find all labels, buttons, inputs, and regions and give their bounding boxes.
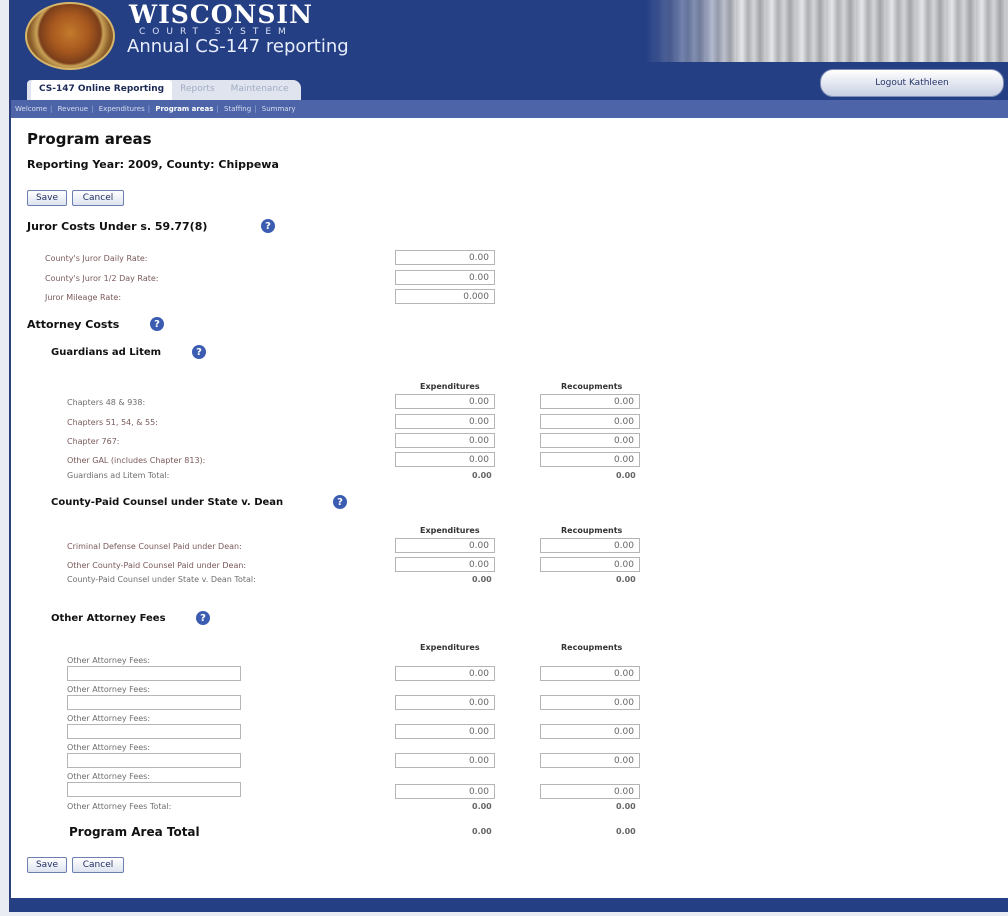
app-frame: WISCONSIN COURT SYSTEM Annual CS-147 rep…	[9, 0, 1008, 912]
gal-rec-input[interactable]: 0.00	[540, 394, 640, 409]
tab-reports[interactable]: Reports	[172, 80, 223, 100]
site-title: WISCONSIN	[129, 0, 313, 29]
col-expenditures: Expenditures	[420, 643, 480, 652]
dean-heading: County-Paid Counsel under State v. Dean	[51, 497, 284, 508]
site-header: WISCONSIN COURT SYSTEM Annual CS-147 rep…	[11, 0, 1008, 100]
logout-button[interactable]: Logout Kathleen	[820, 69, 1004, 97]
col-recoupments: Recoupments	[561, 643, 623, 652]
other-fees-exp-input[interactable]: 0.00	[395, 784, 495, 799]
breadcrumb-nav: Welcome | Revenue | Expenditures | Program …	[11, 100, 1008, 118]
juror-daily-rate-input[interactable]: 0.00	[395, 250, 495, 265]
dean-total-rec: 0.00	[616, 575, 636, 584]
other-fees-total-label: Other Attorney Fees Total:	[67, 802, 172, 811]
dean-row-label: Other County-Paid Counsel Paid under Dea…	[67, 561, 247, 570]
col-recoupments: Recoupments	[561, 382, 623, 391]
attorney-costs-heading: Attorney Costs	[27, 318, 120, 331]
court-seal-logo	[25, 2, 115, 70]
gal-total-label: Guardians ad Litem Total:	[67, 471, 170, 480]
gal-row-label: Chapters 48 & 938:	[67, 398, 146, 407]
other-fees-rec-input[interactable]: 0.00	[540, 784, 640, 799]
col-expenditures: Expenditures	[420, 526, 480, 535]
gal-row-label: Other GAL (includes Chapter 813):	[67, 456, 206, 465]
other-fees-exp-input[interactable]: 0.00	[395, 724, 495, 739]
col-recoupments: Recoupments	[561, 526, 623, 535]
help-icon[interactable]: ?	[150, 317, 164, 331]
help-icon[interactable]: ?	[333, 495, 347, 509]
app-title: Annual CS-147 reporting	[127, 36, 349, 57]
gal-heading: Guardians ad Litem	[51, 347, 162, 358]
cancel-button-bottom[interactable]: Cancel	[72, 857, 124, 873]
other-fees-total-exp: 0.00	[472, 802, 492, 811]
help-icon[interactable]: ?	[261, 219, 275, 233]
other-fees-description-input[interactable]	[67, 782, 241, 797]
subnav-revenue[interactable]: Revenue	[58, 105, 89, 113]
other-fees-description-input[interactable]	[67, 724, 241, 739]
other-fees-description-input[interactable]	[67, 695, 241, 710]
main-tabs: CS-147 Online Reporting Reports Maintena…	[27, 80, 301, 100]
program-area-total-rec: 0.00	[616, 827, 636, 836]
other-fees-exp-input[interactable]: 0.00	[395, 666, 495, 681]
other-fees-exp-input[interactable]: 0.00	[395, 753, 495, 768]
gal-row-label: Chapter 767:	[67, 437, 120, 446]
other-fees-exp-input[interactable]: 0.00	[395, 695, 495, 710]
dean-total-label: County-Paid Counsel under State v. Dean …	[67, 575, 256, 584]
other-fees-label: Other Attorney Fees:	[67, 772, 151, 781]
gal-exp-input[interactable]: 0.00	[395, 394, 495, 409]
other-fees-total-rec: 0.00	[616, 802, 636, 811]
subnav-staffing[interactable]: Staffing	[224, 105, 251, 113]
dean-row-label: Criminal Defense Counsel Paid under Dean…	[67, 542, 242, 551]
help-icon[interactable]: ?	[192, 345, 206, 359]
col-expenditures: Expenditures	[420, 382, 480, 391]
subnav-welcome[interactable]: Welcome	[15, 105, 47, 113]
save-button-top[interactable]: Save	[27, 190, 67, 206]
other-fees-description-input[interactable]	[67, 753, 241, 768]
juror-half-day-rate-input[interactable]: 0.00	[395, 270, 495, 285]
other-fees-label: Other Attorney Fees:	[67, 685, 151, 694]
program-area-total-label: Program Area Total	[69, 825, 200, 839]
juror-daily-rate-label: County's Juror Daily Rate:	[45, 254, 148, 263]
other-fees-rec-input[interactable]: 0.00	[540, 695, 640, 710]
tab-maintenance[interactable]: Maintenance	[223, 80, 297, 100]
juror-mileage-rate-input[interactable]: 0.000	[395, 289, 495, 304]
help-icon[interactable]: ?	[196, 611, 210, 625]
tab-cs147-online-reporting[interactable]: CS-147 Online Reporting	[31, 80, 173, 100]
cancel-button-top[interactable]: Cancel	[72, 190, 124, 206]
gal-exp-input[interactable]: 0.00	[395, 452, 495, 467]
gal-rec-input[interactable]: 0.00	[540, 433, 640, 448]
save-button-bottom[interactable]: Save	[27, 857, 67, 873]
other-fees-label: Other Attorney Fees:	[67, 656, 151, 665]
subnav-program-areas[interactable]: Program areas	[155, 105, 213, 113]
dean-rec-input[interactable]: 0.00	[540, 557, 640, 572]
gal-exp-input[interactable]: 0.00	[395, 433, 495, 448]
juror-mileage-rate-label: Juror Mileage Rate:	[45, 293, 122, 302]
dean-exp-input[interactable]: 0.00	[395, 557, 495, 572]
gal-total-rec: 0.00	[616, 471, 636, 480]
gal-row-label: Chapters 51, 54, & 55:	[67, 418, 158, 427]
gal-total-exp: 0.00	[472, 471, 492, 480]
juror-half-day-rate-label: County's Juror 1/2 Day Rate:	[45, 274, 159, 283]
page-title: Program areas	[27, 130, 152, 148]
other-fees-heading: Other Attorney Fees	[51, 613, 166, 624]
other-fees-rec-input[interactable]: 0.00	[540, 724, 640, 739]
other-fees-description-input[interactable]	[67, 666, 241, 681]
other-fees-rec-input[interactable]: 0.00	[540, 753, 640, 768]
program-area-total-exp: 0.00	[472, 827, 492, 836]
gal-rec-input[interactable]: 0.00	[540, 414, 640, 429]
other-fees-rec-input[interactable]: 0.00	[540, 666, 640, 681]
juror-costs-heading: Juror Costs Under s. 59.77(8)	[27, 220, 208, 233]
other-fees-label: Other Attorney Fees:	[67, 714, 151, 723]
footer-bar	[11, 898, 1008, 912]
dean-rec-input[interactable]: 0.00	[540, 538, 640, 553]
subnav-expenditures[interactable]: Expenditures	[99, 105, 145, 113]
gal-rec-input[interactable]: 0.00	[540, 452, 640, 467]
other-fees-label: Other Attorney Fees:	[67, 743, 151, 752]
reporting-line: Reporting Year: 2009, County: Chippewa	[27, 158, 279, 171]
subnav-summary[interactable]: Summary	[262, 105, 296, 113]
gal-exp-input[interactable]: 0.00	[395, 414, 495, 429]
dean-exp-input[interactable]: 0.00	[395, 538, 495, 553]
dean-total-exp: 0.00	[472, 575, 492, 584]
